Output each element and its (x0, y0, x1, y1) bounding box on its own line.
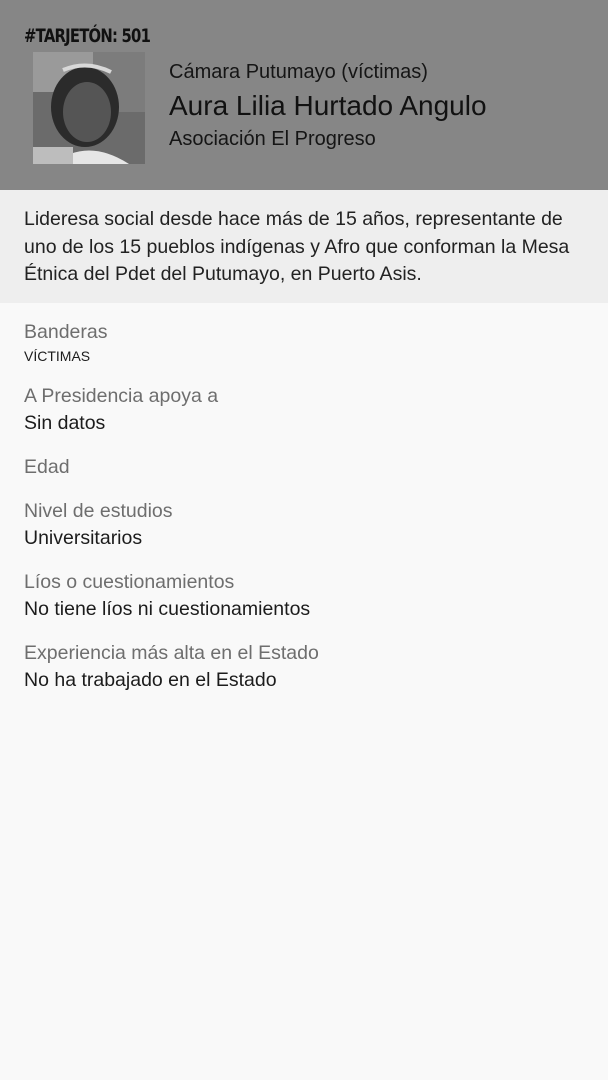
field-value: Universitarios (24, 527, 143, 549)
candidate-bio: Lideresa social desde hace más de 15 año… (0, 190, 608, 303)
field-presidencia: A Presidencia apoya a Sin datos (24, 383, 584, 437)
field-label: Banderas (24, 321, 108, 343)
candidate-name: Aura Lilia Hurtado Angulo (169, 90, 487, 121)
field-value: VÍCTIMAS (24, 348, 91, 364)
field-value: Sin datos (24, 412, 106, 434)
field-experiencia: Experiencia más alta en el Estado No ha … (24, 640, 584, 694)
field-estudios: Nivel de estudios Universitarios (24, 498, 584, 552)
ballot-number: #TARJETÓN: 501 (24, 25, 151, 47)
candidate-photo (33, 52, 145, 164)
field-label: Experiencia más alta en el Estado (24, 642, 319, 664)
field-edad: Edad (24, 454, 584, 481)
field-banderas: Banderas VÍCTIMAS (24, 319, 584, 366)
field-lios: Líos o cuestionamientos No tiene líos ni… (24, 569, 584, 623)
candidate-details: Banderas VÍCTIMAS A Presidencia apoya a … (0, 303, 608, 694)
field-label: Edad (24, 456, 70, 478)
candidate-chamber: Cámara Putumayo (víctimas) (169, 61, 428, 83)
field-label: Líos o cuestionamientos (24, 571, 235, 593)
candidate-info: Cámara Putumayo (víctimas) Aura Lilia Hu… (169, 59, 487, 152)
field-value: No tiene líos ni cuestionamientos (24, 598, 311, 620)
field-label: Nivel de estudios (24, 500, 173, 522)
candidate-header: #TARJETÓN: 501 Cámara Putumayo (víctimas… (0, 0, 608, 190)
field-value: No ha trabajado en el Estado (24, 669, 277, 691)
field-label: A Presidencia apoya a (24, 385, 219, 407)
candidate-party: Asociación El Progreso (169, 128, 376, 150)
